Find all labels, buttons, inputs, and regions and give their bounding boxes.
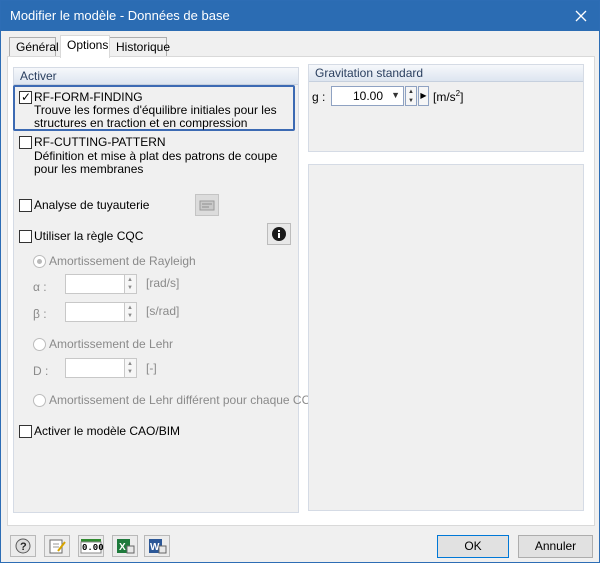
units-button[interactable]: 0.00 [78,535,104,557]
rf-form-finding-desc-2: structures en traction et en compression [34,116,248,130]
lehr-cc-radio[interactable] [33,394,46,407]
close-icon [575,10,587,22]
gravitation-header: Gravitation standard [309,65,583,82]
chevron-down-icon[interactable]: ▼ [391,90,400,100]
rayleigh-radio[interactable] [33,255,46,268]
gravitation-unit-base: [m/s [433,90,456,104]
d-input[interactable]: ▲ ▼ [65,358,137,378]
analyse-tuyauterie-checkbox[interactable] [19,199,32,212]
svg-text:?: ? [20,541,27,553]
activer-group: Activer [13,67,299,513]
gravitation-value-input[interactable]: 10.00 ▼ [331,86,404,106]
tab-historique[interactable]: Historique [109,37,170,57]
help-button[interactable]: ? [10,535,36,557]
info-icon [272,227,286,241]
rf-cutting-pattern-label: RF-CUTTING-PATTERN [34,135,166,149]
close-button[interactable] [569,5,593,27]
rf-form-finding-desc-1: Trouve les formes d'équilibre initiales … [34,103,277,117]
gravitation-symbol: g : [312,90,326,104]
activer-header: Activer [14,68,298,85]
excel-icon: X [117,539,135,554]
cao-bim-checkbox[interactable] [19,425,32,438]
alpha-unit: [rad/s] [146,276,180,290]
word-icon: W [149,539,167,554]
gravitation-menu-arrow[interactable]: ▶ [418,86,429,106]
gravitation-value: 10.00 [352,89,383,103]
tab-options[interactable]: Options [60,35,110,58]
rayleigh-label: Amortissement de Rayleigh [49,254,196,268]
help-icon: ? [15,538,31,554]
dialog-window: Modifier le modèle - Données de base Gén… [0,0,600,563]
alpha-input[interactable]: ▲ ▼ [65,274,137,294]
rf-form-finding-label: RF-FORM-FINDING [34,90,143,104]
units-icon-text: 0.00 [82,543,104,553]
info-button[interactable] [267,223,291,245]
ok-button[interactable]: OK [437,535,509,558]
lehr-radio[interactable] [33,338,46,351]
edit-settings-icon [199,200,215,211]
analyse-tuyauterie-label: Analyse de tuyauterie [34,198,150,212]
beta-symbol: β : [33,307,47,321]
beta-unit: [s/rad] [146,304,180,318]
rf-cutting-pattern-checkbox[interactable] [19,136,32,149]
lehr-label: Amortissement de Lehr [49,337,174,351]
empty-panel [308,164,584,511]
export-excel-button[interactable]: X [112,535,138,557]
export-word-button[interactable]: W [144,535,170,557]
edit-icon [49,539,66,554]
gravitation-group: Gravitation standard [308,64,584,152]
cqc-label: Utiliser la règle CQC [34,229,144,243]
arrow-right-icon: ▶ [420,91,427,100]
rf-cutting-pattern-desc-2: pour les membranes [34,162,144,176]
d-unit: [-] [146,361,157,375]
tab-general[interactable]: Général [9,37,59,57]
gravitation-unit: [m/s2] [433,89,463,104]
rf-cutting-pattern-desc-1: Définition et mise à plat des patrons de… [34,149,278,163]
cancel-button[interactable]: Annuler [518,535,593,558]
gravitation-unit-close: ] [460,90,464,104]
checkmark-icon: ✓ [21,90,32,104]
gravitation-spinner[interactable]: ▲ ▼ [405,86,417,106]
cqc-checkbox[interactable] [19,230,32,243]
lehr-cc-label: Amortissement de Lehr différent pour cha… [49,393,311,407]
rf-form-finding-checkbox[interactable]: ✓ [19,90,32,104]
edit-button[interactable] [44,535,70,557]
d-symbol: D : [33,364,49,378]
tuyauterie-settings-button[interactable] [195,194,219,216]
svg-text:X: X [119,542,126,553]
window-title: Modifier le modèle - Données de base [10,8,230,23]
alpha-symbol: α : [33,280,47,294]
beta-input[interactable]: ▲ ▼ [65,302,137,322]
title-bar: Modifier le modèle - Données de base [1,1,599,31]
cao-bim-label: Activer le modèle CAO/BIM [34,424,181,438]
